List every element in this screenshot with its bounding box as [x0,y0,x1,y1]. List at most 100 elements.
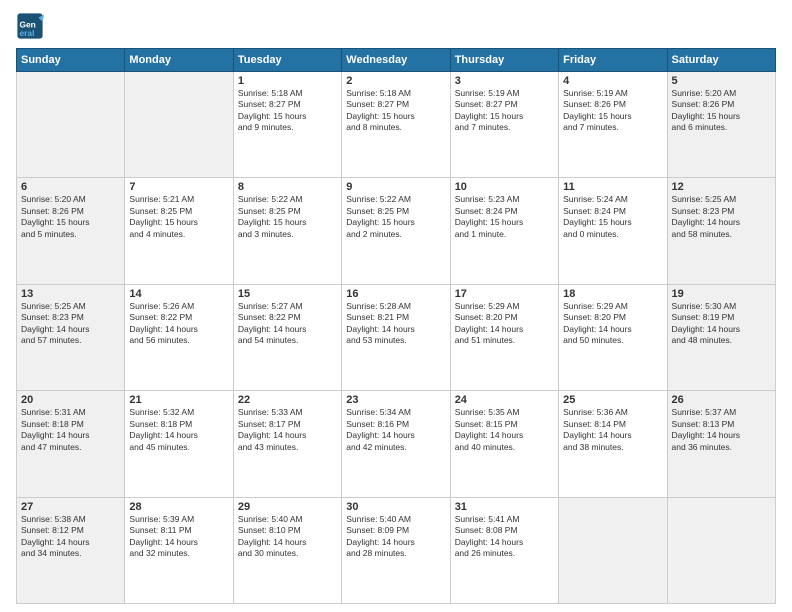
day-info: Sunrise: 5:18 AM Sunset: 8:27 PM Dayligh… [238,88,337,134]
day-number: 8 [238,181,337,193]
svg-text:eral: eral [20,28,35,38]
week-row-5: 27Sunrise: 5:38 AM Sunset: 8:12 PM Dayli… [17,497,776,603]
day-info: Sunrise: 5:40 AM Sunset: 8:09 PM Dayligh… [346,514,445,560]
day-cell: 9Sunrise: 5:22 AM Sunset: 8:25 PM Daylig… [342,178,450,284]
day-info: Sunrise: 5:30 AM Sunset: 8:19 PM Dayligh… [672,301,771,347]
day-info: Sunrise: 5:25 AM Sunset: 8:23 PM Dayligh… [672,194,771,240]
day-number: 10 [455,181,554,193]
day-info: Sunrise: 5:36 AM Sunset: 8:14 PM Dayligh… [563,407,662,453]
day-cell: 13Sunrise: 5:25 AM Sunset: 8:23 PM Dayli… [17,284,125,390]
day-info: Sunrise: 5:34 AM Sunset: 8:16 PM Dayligh… [346,407,445,453]
day-number: 28 [129,501,228,513]
day-cell: 28Sunrise: 5:39 AM Sunset: 8:11 PM Dayli… [125,497,233,603]
day-info: Sunrise: 5:32 AM Sunset: 8:18 PM Dayligh… [129,407,228,453]
day-info: Sunrise: 5:31 AM Sunset: 8:18 PM Dayligh… [21,407,120,453]
day-number: 31 [455,501,554,513]
day-number: 18 [563,288,662,300]
day-info: Sunrise: 5:40 AM Sunset: 8:10 PM Dayligh… [238,514,337,560]
day-cell: 1Sunrise: 5:18 AM Sunset: 8:27 PM Daylig… [233,72,341,178]
day-cell: 7Sunrise: 5:21 AM Sunset: 8:25 PM Daylig… [125,178,233,284]
day-number: 4 [563,75,662,87]
day-cell: 30Sunrise: 5:40 AM Sunset: 8:09 PM Dayli… [342,497,450,603]
day-info: Sunrise: 5:35 AM Sunset: 8:15 PM Dayligh… [455,407,554,453]
day-cell: 6Sunrise: 5:20 AM Sunset: 8:26 PM Daylig… [17,178,125,284]
day-info: Sunrise: 5:22 AM Sunset: 8:25 PM Dayligh… [238,194,337,240]
day-number: 21 [129,394,228,406]
day-info: Sunrise: 5:20 AM Sunset: 8:26 PM Dayligh… [21,194,120,240]
day-cell [667,497,775,603]
day-number: 30 [346,501,445,513]
day-info: Sunrise: 5:29 AM Sunset: 8:20 PM Dayligh… [563,301,662,347]
week-row-2: 6Sunrise: 5:20 AM Sunset: 8:26 PM Daylig… [17,178,776,284]
day-cell: 20Sunrise: 5:31 AM Sunset: 8:18 PM Dayli… [17,391,125,497]
day-number: 14 [129,288,228,300]
day-number: 3 [455,75,554,87]
day-number: 2 [346,75,445,87]
calendar-header: SundayMondayTuesdayWednesdayThursdayFrid… [17,49,776,72]
day-info: Sunrise: 5:19 AM Sunset: 8:26 PM Dayligh… [563,88,662,134]
day-cell: 31Sunrise: 5:41 AM Sunset: 8:08 PM Dayli… [450,497,558,603]
day-number: 19 [672,288,771,300]
day-info: Sunrise: 5:41 AM Sunset: 8:08 PM Dayligh… [455,514,554,560]
day-cell: 16Sunrise: 5:28 AM Sunset: 8:21 PM Dayli… [342,284,450,390]
day-cell: 4Sunrise: 5:19 AM Sunset: 8:26 PM Daylig… [559,72,667,178]
day-cell: 22Sunrise: 5:33 AM Sunset: 8:17 PM Dayli… [233,391,341,497]
day-cell: 3Sunrise: 5:19 AM Sunset: 8:27 PM Daylig… [450,72,558,178]
weekday-header-friday: Friday [559,49,667,72]
day-info: Sunrise: 5:25 AM Sunset: 8:23 PM Dayligh… [21,301,120,347]
day-info: Sunrise: 5:21 AM Sunset: 8:25 PM Dayligh… [129,194,228,240]
day-info: Sunrise: 5:22 AM Sunset: 8:25 PM Dayligh… [346,194,445,240]
day-cell: 21Sunrise: 5:32 AM Sunset: 8:18 PM Dayli… [125,391,233,497]
day-cell [125,72,233,178]
day-cell: 26Sunrise: 5:37 AM Sunset: 8:13 PM Dayli… [667,391,775,497]
day-number: 16 [346,288,445,300]
calendar: SundayMondayTuesdayWednesdayThursdayFrid… [16,48,776,604]
logo: Gen eral [16,12,46,40]
day-number: 13 [21,288,120,300]
day-cell: 15Sunrise: 5:27 AM Sunset: 8:22 PM Dayli… [233,284,341,390]
weekday-header-thursday: Thursday [450,49,558,72]
day-cell: 24Sunrise: 5:35 AM Sunset: 8:15 PM Dayli… [450,391,558,497]
day-info: Sunrise: 5:27 AM Sunset: 8:22 PM Dayligh… [238,301,337,347]
day-number: 7 [129,181,228,193]
day-info: Sunrise: 5:24 AM Sunset: 8:24 PM Dayligh… [563,194,662,240]
day-info: Sunrise: 5:39 AM Sunset: 8:11 PM Dayligh… [129,514,228,560]
day-number: 27 [21,501,120,513]
day-cell [559,497,667,603]
day-cell: 19Sunrise: 5:30 AM Sunset: 8:19 PM Dayli… [667,284,775,390]
logo-icon: Gen eral [16,12,44,40]
day-info: Sunrise: 5:19 AM Sunset: 8:27 PM Dayligh… [455,88,554,134]
week-row-3: 13Sunrise: 5:25 AM Sunset: 8:23 PM Dayli… [17,284,776,390]
calendar-body: 1Sunrise: 5:18 AM Sunset: 8:27 PM Daylig… [17,72,776,604]
weekday-header-tuesday: Tuesday [233,49,341,72]
day-cell: 11Sunrise: 5:24 AM Sunset: 8:24 PM Dayli… [559,178,667,284]
day-info: Sunrise: 5:18 AM Sunset: 8:27 PM Dayligh… [346,88,445,134]
day-cell: 10Sunrise: 5:23 AM Sunset: 8:24 PM Dayli… [450,178,558,284]
day-number: 20 [21,394,120,406]
week-row-1: 1Sunrise: 5:18 AM Sunset: 8:27 PM Daylig… [17,72,776,178]
day-number: 17 [455,288,554,300]
day-info: Sunrise: 5:33 AM Sunset: 8:17 PM Dayligh… [238,407,337,453]
day-number: 26 [672,394,771,406]
day-number: 11 [563,181,662,193]
day-cell: 17Sunrise: 5:29 AM Sunset: 8:20 PM Dayli… [450,284,558,390]
day-cell: 12Sunrise: 5:25 AM Sunset: 8:23 PM Dayli… [667,178,775,284]
day-info: Sunrise: 5:28 AM Sunset: 8:21 PM Dayligh… [346,301,445,347]
weekday-header-wednesday: Wednesday [342,49,450,72]
day-number: 6 [21,181,120,193]
day-cell: 5Sunrise: 5:20 AM Sunset: 8:26 PM Daylig… [667,72,775,178]
day-info: Sunrise: 5:29 AM Sunset: 8:20 PM Dayligh… [455,301,554,347]
day-number: 25 [563,394,662,406]
page: Gen eral SundayMondayTuesdayWednesdayThu… [0,0,792,612]
day-cell: 8Sunrise: 5:22 AM Sunset: 8:25 PM Daylig… [233,178,341,284]
header: Gen eral [16,12,776,40]
day-info: Sunrise: 5:37 AM Sunset: 8:13 PM Dayligh… [672,407,771,453]
day-number: 15 [238,288,337,300]
day-cell: 27Sunrise: 5:38 AM Sunset: 8:12 PM Dayli… [17,497,125,603]
day-cell [17,72,125,178]
weekday-header-monday: Monday [125,49,233,72]
weekday-header-row: SundayMondayTuesdayWednesdayThursdayFrid… [17,49,776,72]
day-cell: 25Sunrise: 5:36 AM Sunset: 8:14 PM Dayli… [559,391,667,497]
week-row-4: 20Sunrise: 5:31 AM Sunset: 8:18 PM Dayli… [17,391,776,497]
day-info: Sunrise: 5:23 AM Sunset: 8:24 PM Dayligh… [455,194,554,240]
